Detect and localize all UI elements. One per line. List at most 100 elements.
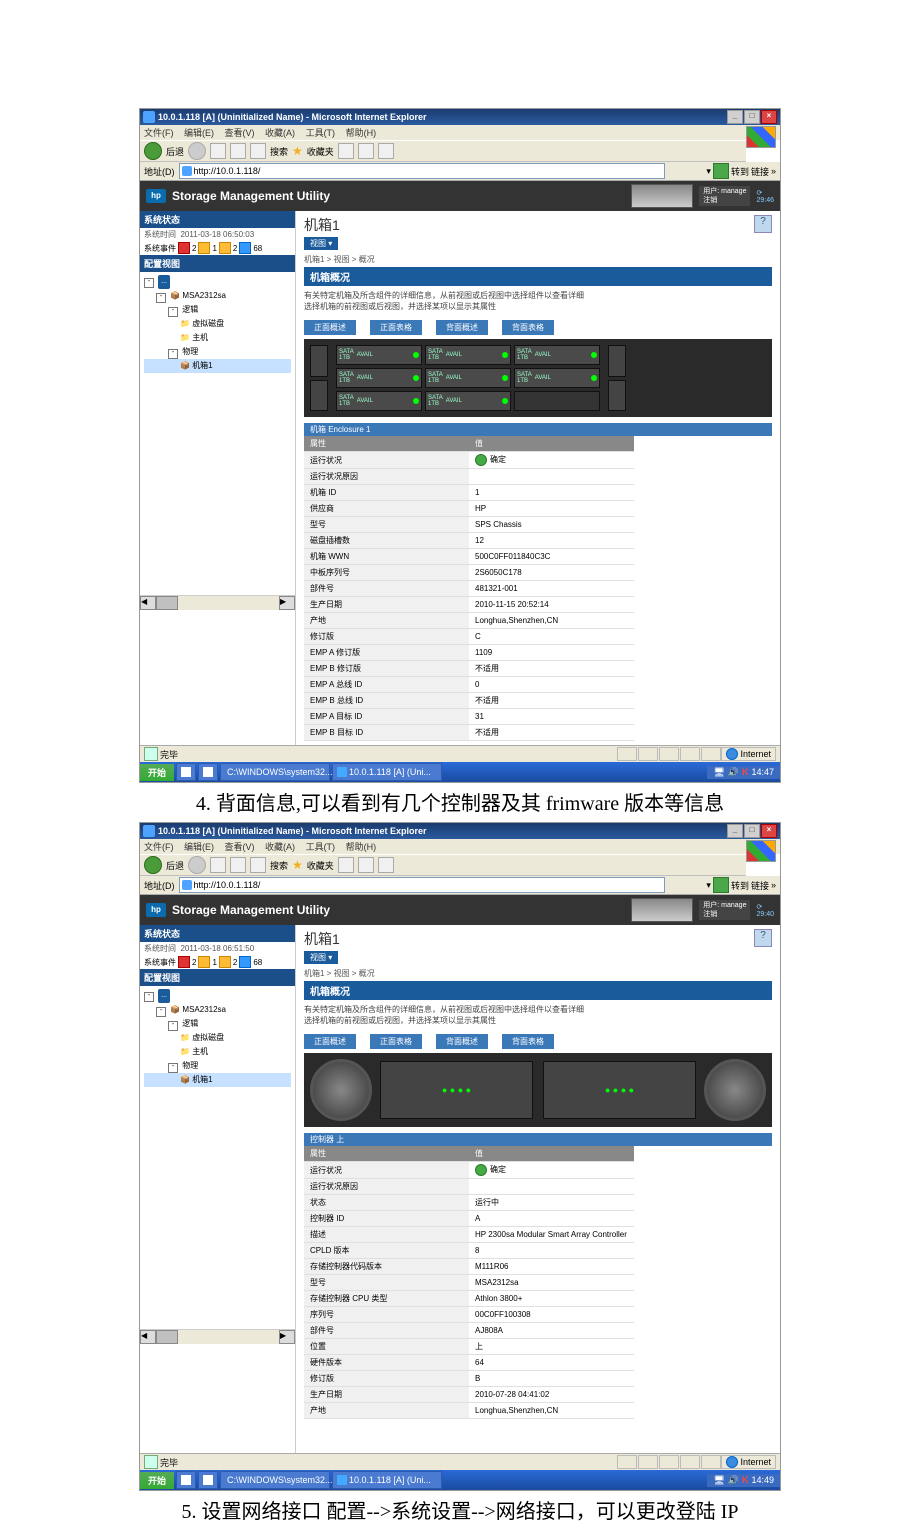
tree-logic[interactable]: 逻辑: [182, 305, 198, 314]
refresh-button[interactable]: [230, 857, 246, 873]
quicklaunch[interactable]: [198, 1471, 218, 1489]
collapse-icon[interactable]: -: [156, 293, 166, 303]
tree-host[interactable]: 主机: [192, 1047, 208, 1056]
stop-button[interactable]: [210, 143, 226, 159]
controller-slot[interactable]: [310, 380, 328, 412]
start-button[interactable]: 开始: [140, 764, 174, 781]
favorites-label[interactable]: 收藏夹: [307, 145, 334, 158]
help-button[interactable]: ?: [754, 215, 772, 233]
menu-file[interactable]: 文件(F): [144, 128, 174, 138]
quicklaunch[interactable]: [176, 1471, 196, 1489]
tab-front-overview[interactable]: 正面概述: [304, 1034, 356, 1049]
go-button[interactable]: [713, 163, 729, 179]
system-tray[interactable]: 🖥 🔊 K 14:49: [707, 1474, 780, 1487]
tab-front-overview[interactable]: 正面概述: [304, 320, 356, 335]
controller-a[interactable]: ● ● ● ●: [380, 1061, 533, 1119]
power-slot[interactable]: [608, 380, 626, 412]
menu-favorites[interactable]: 收藏(A): [265, 842, 295, 852]
menu-view[interactable]: 查看(V): [225, 128, 255, 138]
tab-rear-overview[interactable]: 背面概述: [436, 1034, 488, 1049]
menu-tools[interactable]: 工具(T): [306, 842, 336, 852]
refresh-button[interactable]: [230, 143, 246, 159]
system-events[interactable]: 系统事件 2 1 2 68: [140, 955, 295, 969]
collapse-icon[interactable]: -: [168, 349, 178, 359]
help-button[interactable]: ?: [754, 929, 772, 947]
address-input[interactable]: http://10.0.1.118/: [179, 877, 665, 893]
security-zone[interactable]: Internet: [721, 1455, 776, 1469]
quicklaunch[interactable]: [198, 763, 218, 781]
menu-edit[interactable]: 编辑(E): [184, 842, 214, 852]
view-dropdown[interactable]: 视图 ▾: [304, 951, 338, 964]
collapse-icon[interactable]: -: [156, 1007, 166, 1017]
go-button[interactable]: [713, 877, 729, 893]
tray-icon[interactable]: 🖥: [713, 767, 724, 778]
taskbar-item-cmd[interactable]: C:\WINDOWS\system32...: [220, 763, 330, 781]
power-slot[interactable]: [608, 345, 626, 377]
menu-help[interactable]: 帮助(H): [346, 842, 377, 852]
drive-bay[interactable]: SATA1TBAVAIL: [425, 345, 511, 365]
sidebar-hscroll[interactable]: ◀▶: [140, 595, 295, 610]
sidebar-hscroll[interactable]: ◀▶: [140, 1329, 295, 1344]
favorites-label[interactable]: 收藏夹: [307, 859, 334, 872]
print-button[interactable]: [378, 857, 394, 873]
menu-help[interactable]: 帮助(H): [346, 128, 377, 138]
drive-bay[interactable]: SATA1TBAVAIL: [425, 391, 511, 411]
collapse-icon[interactable]: -: [168, 1021, 178, 1031]
close-button[interactable]: ×: [761, 824, 777, 838]
drive-bay[interactable]: SATA1TBAVAIL: [336, 345, 422, 365]
quicklaunch[interactable]: [176, 763, 196, 781]
tray-icon[interactable]: 🖥: [713, 1475, 724, 1486]
drive-bay[interactable]: SATA1TBAVAIL: [336, 368, 422, 388]
taskbar-item-ie[interactable]: 10.0.1.118 [A] (Uni...: [332, 1471, 442, 1489]
tree-host[interactable]: 主机: [192, 333, 208, 342]
tab-rear-table[interactable]: 背面表格: [502, 320, 554, 335]
favorites-icon[interactable]: ★: [292, 858, 303, 872]
fan-icon[interactable]: [704, 1059, 766, 1121]
view-dropdown[interactable]: 视图 ▾: [304, 237, 338, 250]
mail-button[interactable]: [358, 143, 374, 159]
menu-favorites[interactable]: 收藏(A): [265, 128, 295, 138]
drive-bay[interactable]: SATA1TBAVAIL: [514, 345, 600, 365]
collapse-icon[interactable]: -: [168, 1063, 178, 1073]
search-label[interactable]: 搜索: [270, 145, 288, 158]
system-tray[interactable]: 🖥 🔊 K 14:47: [707, 766, 780, 779]
stop-button[interactable]: [210, 857, 226, 873]
drive-bay-empty[interactable]: [514, 391, 600, 411]
tree-root[interactable]: MSA2312sa: [182, 1005, 226, 1014]
collapse-icon[interactable]: -: [168, 307, 178, 317]
tree-root[interactable]: MSA2312sa: [182, 291, 226, 300]
links-label[interactable]: 链接: [751, 879, 769, 892]
menubar[interactable]: 文件(F) 编辑(E) 查看(V) 收藏(A) 工具(T) 帮助(H): [140, 839, 780, 854]
tree-vdisk[interactable]: 虚拟磁盘: [192, 1033, 224, 1042]
tree-prev[interactable]: ...: [158, 989, 170, 1003]
window-titlebar[interactable]: 10.0.1.118 [A] (Uninitialized Name) - Mi…: [140, 109, 780, 125]
minimize-button[interactable]: _: [727, 110, 743, 124]
collapse-icon[interactable]: -: [144, 278, 154, 288]
tray-icon[interactable]: K: [742, 1475, 749, 1485]
menubar[interactable]: 文件(F) 编辑(E) 查看(V) 收藏(A) 工具(T) 帮助(H): [140, 125, 780, 140]
maximize-button[interactable]: □: [744, 110, 760, 124]
home-button[interactable]: [250, 143, 266, 159]
tray-icon[interactable]: 🔊: [728, 767, 739, 778]
tree-vdisk[interactable]: 虚拟磁盘: [192, 319, 224, 328]
forward-button[interactable]: [188, 142, 206, 160]
back-button[interactable]: [144, 142, 162, 160]
tray-icon[interactable]: K: [742, 767, 749, 777]
tray-icon[interactable]: 🔊: [728, 1475, 739, 1486]
history-button[interactable]: [338, 857, 354, 873]
tree-prev[interactable]: ...: [158, 275, 170, 289]
logout-link[interactable]: 注销: [703, 196, 746, 205]
home-button[interactable]: [250, 857, 266, 873]
maximize-button[interactable]: □: [744, 824, 760, 838]
close-button[interactable]: ×: [761, 110, 777, 124]
tree-logic[interactable]: 逻辑: [182, 1019, 198, 1028]
address-input[interactable]: http://10.0.1.118/: [179, 163, 665, 179]
links-label[interactable]: 链接: [751, 165, 769, 178]
tab-rear-overview[interactable]: 背面概述: [436, 320, 488, 335]
menu-view[interactable]: 查看(V): [225, 842, 255, 852]
menu-edit[interactable]: 编辑(E): [184, 128, 214, 138]
favorites-icon[interactable]: ★: [292, 144, 303, 158]
tree-enclosure-selected[interactable]: 📦 机箱1: [144, 359, 291, 373]
fan-icon[interactable]: [310, 1059, 372, 1121]
collapse-icon[interactable]: -: [144, 992, 154, 1002]
